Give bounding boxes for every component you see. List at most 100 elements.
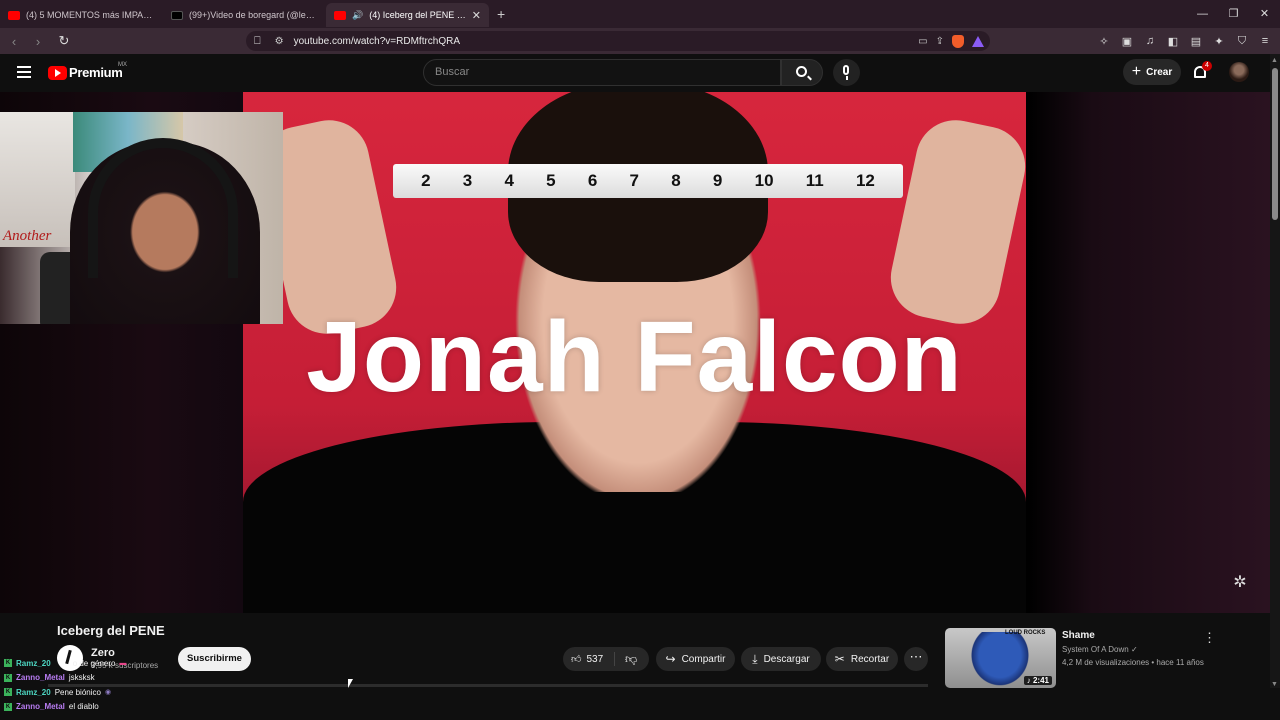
close-tab-icon[interactable]: ✕ <box>472 9 481 22</box>
bookmark-icon[interactable]: ⎕ <box>254 35 261 48</box>
video-duration: ♪ 2:41 <box>1023 676 1052 685</box>
screenshot-icon[interactable]: ▣ <box>1120 35 1134 48</box>
clip-button[interactable]: ✂ Recortar <box>826 647 898 671</box>
address-bar-actions: ▭ ⇪ <box>918 34 984 48</box>
chat-message: K Zanno_Metal jsksksk <box>4 671 126 686</box>
share-icon[interactable]: ⇪ <box>936 36 944 47</box>
leo-ai-icon[interactable]: ✦ <box>1212 35 1226 48</box>
cast-icon[interactable]: ▭ <box>918 36 927 47</box>
scrollbar-thumb[interactable] <box>1272 68 1278 220</box>
view-count: 4,2 M de visualizaciones <box>1062 658 1150 667</box>
anime-poster <box>0 112 75 247</box>
download-button[interactable]: ⤓ Descargar <box>741 647 821 671</box>
extensions-area: ✧ ▣ ♫ ◧ ▤ ✦ ⛉ ≡ <box>1097 28 1272 54</box>
chat-text: jsksksk <box>68 673 95 683</box>
tape-number: 8 <box>671 171 681 190</box>
verified-icon: ✓ <box>1130 645 1138 654</box>
vpn-icon[interactable]: ⛉ <box>1235 35 1249 48</box>
chat-text: Pene biónico <box>54 687 101 697</box>
youtube-header: Premium MX Buscar + Crear 4 <box>0 54 1280 92</box>
address-bar[interactable]: ⎕ ⚙ youtube.com/watch?v=RDMftrchQRA ▭ ⇪ <box>246 31 990 51</box>
site-settings-icon[interactable]: ⚙ <box>275 36 284 47</box>
brave-shield-icon[interactable] <box>952 34 964 48</box>
download-label: Descargar <box>763 653 810 665</box>
scroll-down-arrow-icon[interactable]: ▼ <box>1271 681 1278 688</box>
tab-title: (99+)Video de boregard (@leojanes <box>189 10 318 20</box>
tape-number: 10 <box>754 171 774 190</box>
search-input[interactable]: Buscar <box>423 59 781 86</box>
reload-button[interactable]: ↻ <box>54 33 74 49</box>
recommended-video-thumbnail[interactable]: LOUD ROCKS ♪ 2:41 <box>945 628 1056 688</box>
more-actions-button[interactable]: ⋯ <box>904 647 928 671</box>
browser-toolbar: ‹ › ↻ ⎕ ⚙ youtube.com/watch?v=RDMftrchQR… <box>0 28 1280 54</box>
recommended-channel-name: System Of A Down <box>1062 645 1129 654</box>
download-icon: ⤓ <box>752 651 758 666</box>
tape-number: 12 <box>855 171 875 190</box>
like-count: 537 <box>586 653 604 665</box>
kick-icon: K <box>4 702 12 711</box>
chat-text: o de género <box>72 658 116 668</box>
user-avatar[interactable] <box>1229 62 1249 82</box>
sidebar-icon[interactable]: ◧ <box>1166 35 1180 48</box>
tape-number: 11 <box>805 171 824 190</box>
youtube-logo-icon[interactable] <box>48 66 67 80</box>
chat-user: Ramz_20 <box>16 687 51 697</box>
clip-label: Recortar <box>850 653 890 665</box>
youtube-icon <box>8 10 20 20</box>
share-button[interactable]: ↪ Compartir <box>656 647 735 671</box>
kick-icon: K <box>4 673 12 682</box>
brave-rewards-icon[interactable] <box>972 35 984 47</box>
poster-text: Another <box>3 228 52 244</box>
chat-user: Zanno_Metal <box>16 702 65 712</box>
speaker-icon[interactable]: 🔊 <box>352 10 363 21</box>
video-progress-bar[interactable] <box>48 684 928 687</box>
scroll-up-arrow-icon[interactable]: ▲ <box>1271 57 1278 64</box>
tape-number: 3 <box>462 171 473 190</box>
dislike-button[interactable]: 👎︎ <box>615 652 637 667</box>
youtube-icon <box>334 10 346 20</box>
recommended-meta: 4,2 M de visualizaciones • hace 11 años <box>1062 658 1204 667</box>
tape-number: 2 <box>421 171 431 190</box>
recommended-video-title[interactable]: Shame <box>1062 630 1095 641</box>
youtube-brand[interactable]: Premium <box>69 65 123 80</box>
recommended-channel[interactable]: System Of A Down ✓ <box>1062 645 1138 654</box>
thumbnail-logo-text: LOUD ROCKS <box>1005 630 1046 636</box>
voice-search-icon[interactable] <box>833 59 860 86</box>
mouse-cursor-icon <box>348 679 353 688</box>
video-overlay-title: Jonah Falcon <box>306 301 963 413</box>
new-tab-button[interactable]: + <box>497 6 505 22</box>
forward-button[interactable]: › <box>28 34 48 49</box>
subscribe-button[interactable]: Suscribirme <box>178 647 251 671</box>
wallet-icon[interactable]: ▤ <box>1189 35 1203 48</box>
channel-watermark-icon[interactable]: ✲ <box>1229 572 1251 596</box>
tab-1[interactable]: (4) 5 MOMENTOS más IMPACTANTES <box>0 3 163 27</box>
video-title: Iceberg del PENE <box>57 623 165 638</box>
scissors-icon: ✂ <box>834 652 845 666</box>
webcam-overlay: Another <box>0 112 283 324</box>
restore-button[interactable]: ❐ <box>1218 0 1249 28</box>
video-details: Iceberg del PENE Zero 3,95 k suscriptore… <box>0 613 1270 720</box>
minimize-button[interactable]: — <box>1187 0 1218 28</box>
share-arrow-icon: ↪ <box>665 652 676 666</box>
emote-icon: ◉ <box>104 689 112 697</box>
hamburger-menu-icon[interactable] <box>17 66 31 78</box>
duration-text: 2:41 <box>1032 676 1049 685</box>
notifications-bell-icon[interactable]: 4 <box>1192 61 1212 83</box>
back-button[interactable]: ‹ <box>4 34 24 49</box>
like-button[interactable]: 👍︎ 537 <box>563 652 615 666</box>
music-icon[interactable]: ♫ <box>1143 35 1157 47</box>
more-options-icon[interactable]: ⋮ <box>1203 630 1216 646</box>
window-controls: — ❐ ✕ <box>1187 0 1280 28</box>
browser-tab-bar: (4) 5 MOMENTOS más IMPACTANTES (99+)Vide… <box>0 0 1280 28</box>
video-right-arm <box>883 112 1026 332</box>
tab-3-active[interactable]: 🔊 (4) Iceberg del PENE - YouTube ✕ <box>326 3 489 27</box>
close-window-button[interactable]: ✕ <box>1249 0 1280 28</box>
create-button[interactable]: + Crear <box>1123 59 1181 85</box>
video-player[interactable]: 2 3 4 5 6 7 8 9 10 11 12 Jonah Falcon An… <box>0 92 1270 613</box>
browser-menu-icon[interactable]: ≡ <box>1258 35 1272 47</box>
chat-message: K Ramz_20 o de género ▬ <box>4 656 126 671</box>
search-button[interactable] <box>781 59 823 86</box>
page-scrollbar[interactable]: ▲ ▼ <box>1270 54 1280 688</box>
extensions-icon[interactable]: ✧ <box>1097 35 1111 48</box>
tab-2[interactable]: (99+)Video de boregard (@leojanes <box>163 3 326 27</box>
